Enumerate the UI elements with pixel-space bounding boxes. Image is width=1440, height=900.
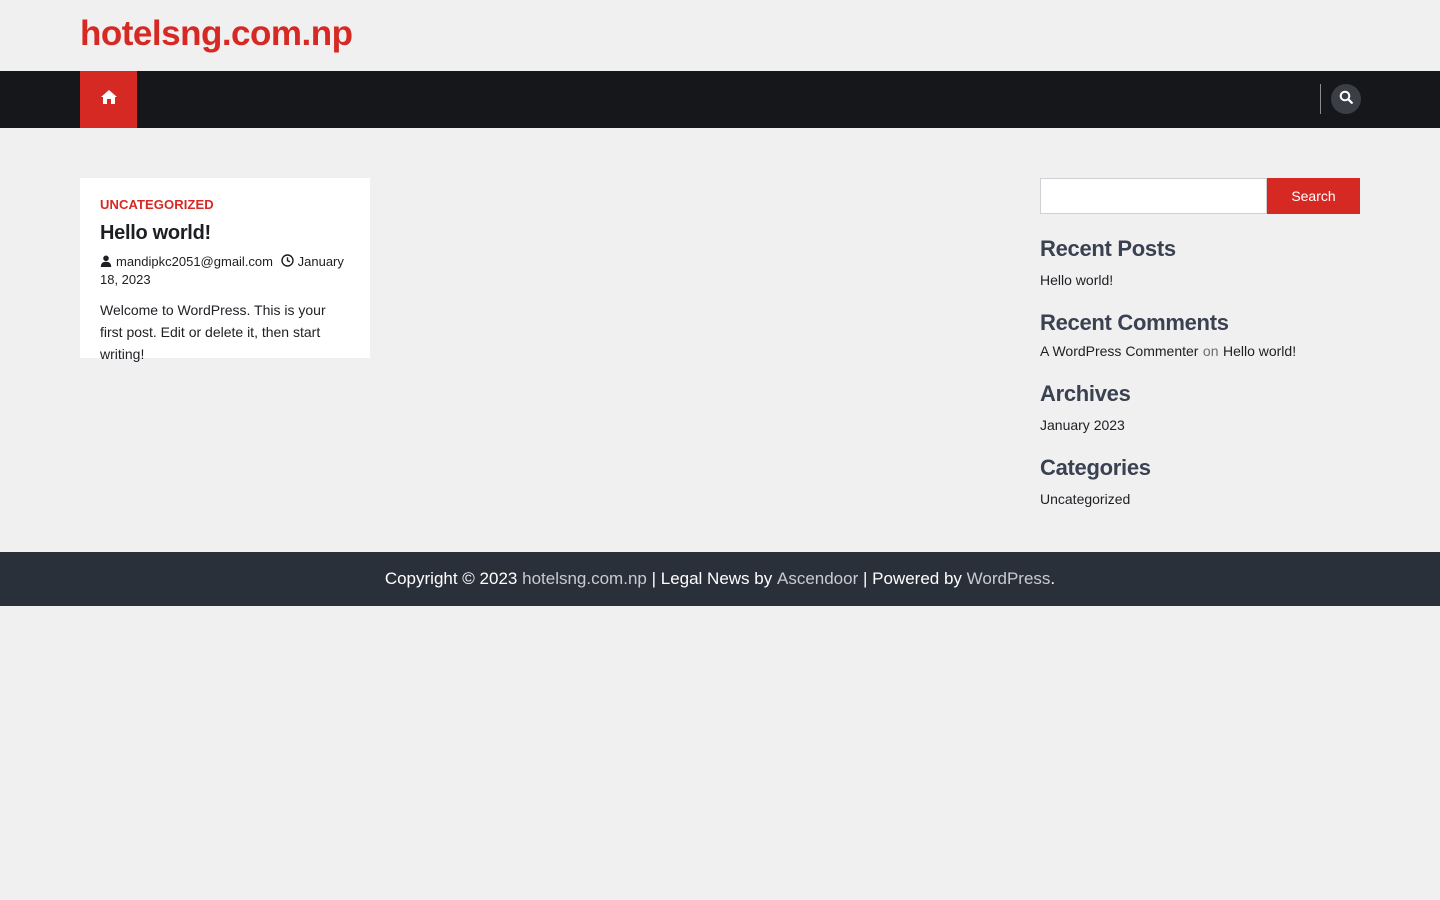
- search-toggle-button[interactable]: [1331, 84, 1361, 114]
- footer-theme-text: | Legal News by: [651, 569, 773, 588]
- post-excerpt: Welcome to WordPress. This is your first…: [100, 302, 326, 362]
- recent-comments-title: Recent Comments: [1040, 310, 1229, 335]
- footer-wordpress-link[interactable]: WordPress: [967, 569, 1051, 589]
- recent-posts-title: Recent Posts: [1040, 236, 1176, 261]
- home-icon: [100, 89, 118, 110]
- footer-end: .: [1050, 569, 1056, 588]
- archive-link[interactable]: January 2023: [1040, 417, 1125, 433]
- footer-site-link[interactable]: hotelsng.com.np: [522, 569, 647, 589]
- site-title-link[interactable]: hotelsng.com.np: [80, 14, 353, 54]
- search-button[interactable]: Search: [1267, 178, 1360, 214]
- post-title-link[interactable]: Hello world!: [100, 222, 350, 245]
- site-header: hotelsng.com.np: [0, 0, 1440, 71]
- categories-title: Categories: [1040, 455, 1151, 480]
- category-link[interactable]: Uncategorized: [1040, 491, 1130, 507]
- footer-powered-text: | Powered by: [863, 569, 962, 588]
- main-navbar: [0, 71, 1440, 128]
- recent-comment-item: A WordPress Commenter on Hello world!: [1040, 343, 1360, 361]
- sidebar: Search Recent Posts Hello world! Recent …: [1040, 178, 1360, 509]
- search-input[interactable]: [1040, 178, 1267, 214]
- clock-icon: [280, 254, 294, 271]
- categories-list: Uncategorized: [1040, 491, 1360, 509]
- sidebar-search-form: Search: [1040, 178, 1360, 214]
- recent-post-link[interactable]: Hello world!: [1040, 272, 1113, 288]
- site-footer: Copyright © 2023 hotelsng.com.np | Legal…: [0, 552, 1440, 606]
- home-button[interactable]: [80, 71, 137, 128]
- nav-divider: [1320, 84, 1321, 114]
- post-author-link[interactable]: mandipkc2051@gmail.com: [116, 254, 273, 269]
- recent-posts-list: Hello world!: [1040, 272, 1360, 290]
- user-icon: [100, 254, 112, 271]
- comment-post-link[interactable]: Hello world!: [1223, 343, 1296, 359]
- comment-separator: on: [1202, 343, 1219, 359]
- post-category-link[interactable]: Uncategorized: [100, 197, 214, 212]
- archives-title: Archives: [1040, 381, 1131, 406]
- footer-copyright: Copyright © 2023: [384, 569, 518, 588]
- post-meta: mandipkc2051@gmail.com January 18, 2023: [100, 253, 350, 288]
- footer-theme-link[interactable]: Ascendoor: [777, 569, 858, 589]
- post-card: Uncategorized Hello world! mandipkc2051@…: [80, 178, 370, 362]
- main-content: Uncategorized Hello world! mandipkc2051@…: [0, 128, 1440, 552]
- search-icon: [1339, 90, 1353, 109]
- comment-author-link[interactable]: A WordPress Commenter: [1040, 343, 1198, 359]
- archives-list: January 2023: [1040, 417, 1360, 435]
